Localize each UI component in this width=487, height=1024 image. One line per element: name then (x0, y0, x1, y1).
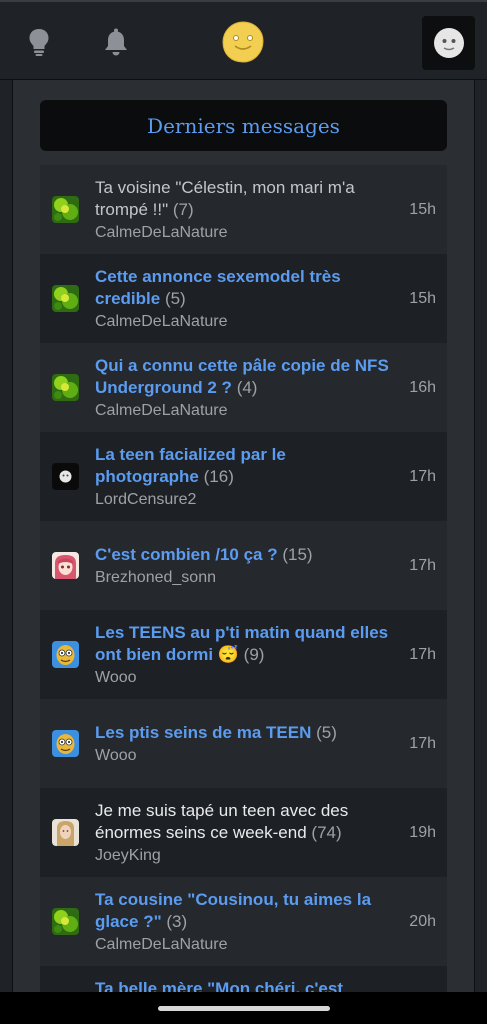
author-name[interactable]: Wooo (95, 669, 390, 687)
post-time: 15h (409, 289, 436, 307)
topic-text: Les ptis seins de ma TEEN (5) Wooo (95, 722, 390, 765)
topic-title: Ta cousine "Cousinou, tu aimes la glace … (95, 890, 372, 931)
post-time: 17h (409, 556, 436, 574)
author-avatar[interactable] (52, 730, 79, 757)
topic-title-link[interactable]: Je me suis tapé un teen avec des énormes… (95, 800, 390, 844)
topic-title: Les ptis seins de ma TEEN (95, 723, 312, 742)
author-avatar[interactable] (52, 463, 79, 490)
user-avatar-button[interactable] (422, 16, 475, 70)
topic-title-link[interactable]: La teen facialized par le photographe (1… (95, 444, 390, 488)
author-name[interactable]: CalmeDeLaNature (95, 402, 390, 420)
reply-count: (5) (316, 723, 337, 742)
reply-count: (7) (172, 200, 194, 219)
author-avatar[interactable] (52, 285, 79, 312)
topic-row[interactable]: Qui a connu cette pâle copie de NFS Unde… (40, 343, 447, 432)
post-time: 15h (409, 200, 436, 218)
topic-title: Ta voisine "Célestin, mon mari m'a tromp… (95, 178, 355, 219)
topic-title: Cette annonce sexemodel très credible (95, 267, 341, 308)
topic-row[interactable]: C'est combien /10 ça ? (15) Brezhoned_son… (40, 521, 447, 610)
topic-text: Cette annonce sexemodel très credible (5… (95, 266, 390, 331)
post-time: 20h (409, 912, 436, 930)
avatar (433, 28, 464, 58)
reply-count: (74) (311, 823, 342, 842)
post-time: 19h (409, 823, 436, 841)
author-name[interactable]: LordCensure2 (95, 491, 390, 509)
topic-title: C'est combien /10 ça ? (95, 545, 278, 564)
topic-title: La teen facialized par le photographe (95, 445, 286, 486)
section-header: Derniers messages (40, 100, 447, 151)
author-name[interactable]: CalmeDeLaNature (95, 313, 390, 331)
topic-list: Ta voisine "Célestin, mon mari m'a tromp… (40, 165, 447, 1024)
topic-text: La teen facialized par le photographe (1… (95, 444, 390, 509)
topic-text: Les TEENS au p'ti matin quand elles ont … (95, 622, 390, 687)
author-avatar[interactable] (52, 908, 79, 935)
smiley-icon[interactable] (221, 20, 265, 64)
topic-title: Les TEENS au p'ti matin quand elles ont … (95, 623, 389, 664)
topic-row[interactable]: La teen facialized par le photographe (1… (40, 432, 447, 521)
topic-text: Qui a connu cette pâle copie de NFS Unde… (95, 355, 390, 420)
topic-row[interactable]: Cette annonce sexemodel très credible (5… (40, 254, 447, 343)
author-name[interactable]: Brezhoned_sonn (95, 569, 390, 587)
topic-title-link[interactable]: Les TEENS au p'ti matin quand elles ont … (95, 622, 390, 666)
author-name[interactable]: Wooo (95, 747, 390, 765)
post-time: 17h (409, 467, 436, 485)
topic-text: Je me suis tapé un teen avec des énormes… (95, 800, 390, 865)
author-avatar[interactable] (52, 552, 79, 579)
topic-row[interactable]: Les ptis seins de ma TEEN (5) Wooo 17h (40, 699, 447, 788)
post-time: 17h (409, 645, 436, 663)
topic-title-link[interactable]: C'est combien /10 ça ? (15) (95, 544, 390, 566)
reply-count: (15) (282, 545, 313, 564)
author-avatar[interactable] (52, 196, 79, 223)
topic-title-link[interactable]: Cette annonce sexemodel très credible (5… (95, 266, 390, 310)
author-name[interactable]: CalmeDeLaNature (95, 936, 390, 954)
topic-title-link[interactable]: Ta voisine "Célestin, mon mari m'a tromp… (95, 177, 390, 221)
author-avatar[interactable] (52, 641, 79, 668)
topic-row[interactable]: Ta voisine "Célestin, mon mari m'a tromp… (40, 165, 447, 254)
topic-text: C'est combien /10 ça ? (15) Brezhoned_son… (95, 544, 390, 587)
top-nav-bar (0, 0, 487, 80)
post-time: 16h (409, 378, 436, 396)
topic-row[interactable]: Je me suis tapé un teen avec des énormes… (40, 788, 447, 877)
post-time: 17h (409, 734, 436, 752)
topic-title-link[interactable]: Qui a connu cette pâle copie de NFS Unde… (95, 355, 390, 399)
author-avatar[interactable] (52, 374, 79, 401)
author-name[interactable]: JoeyKing (95, 847, 390, 865)
topic-text: Ta cousine "Cousinou, tu aimes la glace … (95, 889, 390, 954)
topic-text: Ta voisine "Célestin, mon mari m'a tromp… (95, 177, 390, 242)
topic-title-link[interactable]: Ta cousine "Cousinou, tu aimes la glace … (95, 889, 390, 933)
system-home-bar (0, 992, 487, 1024)
topic-title-link[interactable]: Les ptis seins de ma TEEN (5) (95, 722, 390, 744)
reply-count: (16) (203, 467, 234, 486)
author-avatar[interactable] (52, 819, 79, 846)
author-name[interactable]: CalmeDeLaNature (95, 224, 390, 242)
lightbulb-icon[interactable] (21, 24, 57, 60)
home-indicator[interactable] (158, 1006, 330, 1011)
reply-count: (5) (164, 289, 186, 308)
topic-row[interactable]: Les TEENS au p'ti matin quand elles ont … (40, 610, 447, 699)
reply-count: (3) (166, 912, 188, 931)
reply-count: (9) (243, 645, 265, 664)
bell-icon[interactable] (98, 24, 134, 60)
reply-count: (4) (236, 378, 258, 397)
page-title: Derniers messages (147, 113, 340, 138)
topic-row[interactable]: Ta cousine "Cousinou, tu aimes la glace … (40, 877, 447, 966)
